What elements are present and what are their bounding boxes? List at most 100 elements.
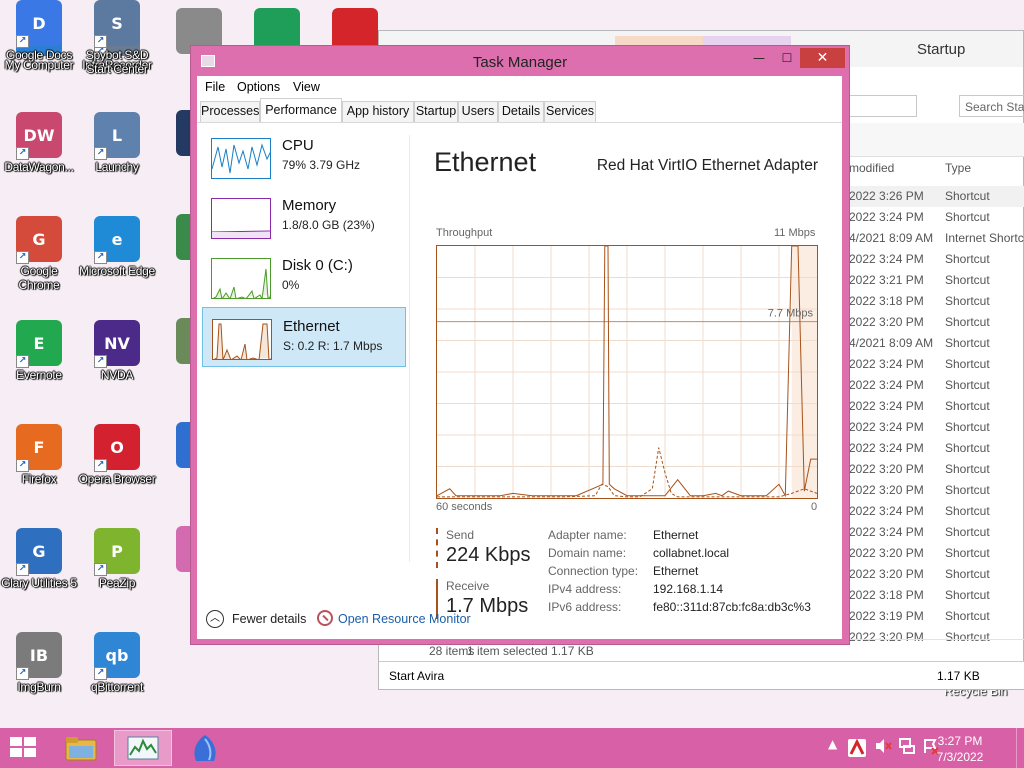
tab-performance[interactable]: Performance bbox=[260, 98, 342, 122]
send-label: Send bbox=[446, 528, 475, 542]
windows-logo-icon bbox=[10, 737, 22, 746]
resource-cpu[interactable]: CPU 79% 3.79 GHz bbox=[202, 127, 406, 187]
file-row[interactable]: 2022 3:24 PM Shortcut bbox=[849, 501, 1024, 522]
close-button[interactable]: ✕ bbox=[800, 48, 845, 68]
desktop-icon-label: Launchy bbox=[95, 160, 139, 174]
desktop-icon[interactable]: L ↗ Launchy bbox=[78, 112, 156, 174]
desktop-icon[interactable]: D ↗ Google Docs bbox=[0, 0, 78, 62]
column-header-modified[interactable]: modified bbox=[849, 161, 894, 175]
start-button[interactable] bbox=[10, 737, 38, 759]
file-type: Internet Shortcut bbox=[945, 231, 1024, 245]
file-row[interactable]: 2022 3:24 PM Shortcut bbox=[849, 396, 1024, 417]
file-row[interactable]: 2022 3:20 PM Shortcut bbox=[849, 459, 1024, 480]
file-row[interactable]: 2022 3:21 PM Shortcut bbox=[849, 270, 1024, 291]
file-row[interactable]: 2022 3:18 PM Shortcut bbox=[849, 291, 1024, 312]
desktop-icon[interactable]: e ↗ Microsoft Edge bbox=[78, 216, 156, 278]
file-row[interactable]: 2022 3:26 PM Shortcut bbox=[849, 186, 1024, 207]
file-row[interactable]: 2022 3:18 PM Shortcut bbox=[849, 585, 1024, 606]
open-resource-monitor-link[interactable]: Open Resource Monitor bbox=[338, 612, 471, 626]
tab-app-history[interactable]: App history bbox=[342, 101, 414, 122]
desktop-icon-label: Google Chrome bbox=[18, 264, 60, 292]
menu-view[interactable]: View bbox=[293, 80, 320, 94]
column-header-type[interactable]: Type bbox=[945, 161, 971, 175]
panel-divider bbox=[409, 135, 410, 562]
explorer-address-bar[interactable] bbox=[843, 95, 917, 117]
file-row[interactable]: 2022 3:24 PM Shortcut bbox=[849, 417, 1024, 438]
graph-zero-label: 0 bbox=[811, 501, 818, 513]
resource-name: Disk 0 (C:) bbox=[282, 257, 353, 274]
task-manager-titlebar[interactable]: Task Manager — ☐ ✕ bbox=[191, 46, 849, 76]
show-desktop-button[interactable] bbox=[1016, 728, 1024, 768]
explorer-search-input[interactable]: Search Star bbox=[959, 95, 1024, 117]
file-row[interactable]: 2022 3:24 PM Shortcut bbox=[849, 438, 1024, 459]
file-row[interactable]: 2022 3:20 PM Shortcut bbox=[849, 480, 1024, 501]
avira-tray-icon[interactable] bbox=[848, 738, 866, 757]
file-row[interactable]: 2022 3:24 PM Shortcut bbox=[849, 249, 1024, 270]
tab-details[interactable]: Details bbox=[498, 101, 544, 122]
graph-max-label: 11 Mbps bbox=[774, 227, 816, 239]
network-icon[interactable] bbox=[898, 737, 916, 758]
resource-thumbnail-graph bbox=[212, 319, 272, 360]
network-glyph bbox=[899, 738, 915, 754]
desktop-icon[interactable]: P ↗ PeaZip bbox=[78, 528, 156, 590]
desktop-icon[interactable]: F ↗ Firefox bbox=[0, 424, 78, 486]
desktop-icon[interactable]: DW ↗ DataWagon... bbox=[0, 112, 78, 174]
desktop-icon[interactable]: O ↗ Opera Browser bbox=[78, 424, 156, 486]
desktop-icon[interactable]: S ↗ Spybot S&D Start Center bbox=[78, 0, 156, 76]
minimize-button[interactable]: — bbox=[746, 48, 772, 68]
file-type: Shortcut bbox=[945, 588, 990, 602]
desktop-icon-label: Google Docs bbox=[5, 48, 73, 62]
tab-users[interactable]: Users bbox=[458, 101, 498, 122]
tab-services[interactable]: Services bbox=[544, 101, 596, 122]
fewer-details-button[interactable]: Fewer details bbox=[232, 612, 306, 626]
taskbar-app-blue[interactable] bbox=[176, 730, 234, 766]
file-row[interactable]: 4/2021 8:09 AM Shortcut bbox=[849, 333, 1024, 354]
desktop-icon[interactable]: IB ↗ ImgBurn bbox=[0, 632, 78, 694]
tab-startup[interactable]: Startup bbox=[414, 101, 458, 122]
shortcut-arrow-icon: ↗ bbox=[94, 251, 107, 264]
file-row[interactable]: 2022 3:20 PM Shortcut bbox=[849, 564, 1024, 585]
resource-memory[interactable]: Memory 1.8/8.0 GB (23%) bbox=[202, 187, 406, 247]
resource-ethernet[interactable]: Ethernet S: 0.2 R: 1.7 Mbps bbox=[202, 307, 406, 367]
shortcut-arrow-icon: ↗ bbox=[94, 459, 107, 472]
file-row[interactable]: 2022 3:24 PM Shortcut bbox=[849, 375, 1024, 396]
speaker-muted-icon[interactable] bbox=[874, 737, 892, 758]
desktop-icon[interactable]: NV ↗ NVDA bbox=[78, 320, 156, 382]
property-value: collabnet.local bbox=[653, 546, 730, 560]
file-row[interactable]: 2022 3:24 PM Shortcut bbox=[849, 207, 1024, 228]
file-row[interactable]: 2022 3:24 PM Shortcut bbox=[849, 354, 1024, 375]
file-row[interactable]: 2022 3:20 PM Shortcut bbox=[849, 543, 1024, 564]
property-key: Domain name: bbox=[548, 546, 627, 560]
app-icon: G ↗ bbox=[16, 216, 62, 264]
maximize-button[interactable]: ☐ bbox=[774, 48, 800, 68]
tab-processes[interactable]: Processes bbox=[200, 101, 260, 122]
file-row[interactable]: 4/2021 8:09 AM Internet Shortcut bbox=[849, 228, 1024, 249]
tray-overflow-icon[interactable]: ▲ bbox=[828, 737, 837, 751]
menu-file[interactable]: File bbox=[205, 80, 225, 94]
resource-disk[interactable]: Disk 0 (C:) 0% bbox=[202, 247, 406, 307]
resource-value: S: 0.2 R: 1.7 Mbps bbox=[283, 339, 383, 353]
taskbar-task-manager[interactable] bbox=[114, 730, 172, 766]
desktop-icon[interactable]: qb ↗ qBittorrent bbox=[78, 632, 156, 694]
system-clock[interactable]: 3:27 PM 7/3/2022 bbox=[932, 733, 988, 765]
desktop-icon[interactable]: G ↗ Glary Utilities 5 bbox=[0, 528, 78, 590]
file-type: Shortcut bbox=[945, 315, 990, 329]
chevron-up-icon[interactable]: ︿ bbox=[206, 610, 224, 628]
speaker-glyph bbox=[876, 739, 892, 753]
file-row[interactable]: 2022 3:19 PM Shortcut bbox=[849, 606, 1024, 627]
app-icon: F ↗ bbox=[16, 424, 62, 472]
task-manager-window[interactable]: Task Manager — ☐ ✕ File Options View Proce… bbox=[190, 45, 850, 645]
desktop-icon-label: DataWagon... bbox=[4, 160, 74, 174]
resource-thumbnail-graph bbox=[211, 258, 271, 299]
details-name: Start Avira bbox=[389, 669, 445, 683]
desktop-icon-label: Glary Utilities 5 bbox=[1, 576, 77, 590]
menu-options[interactable]: Options bbox=[237, 80, 280, 94]
file-row[interactable]: 2022 3:24 PM Shortcut bbox=[849, 522, 1024, 543]
file-row[interactable]: 2022 3:20 PM Shortcut bbox=[849, 312, 1024, 333]
desktop-icon[interactable]: G ↗ Google Chrome bbox=[0, 216, 78, 292]
taskbar-file-explorer[interactable] bbox=[52, 730, 110, 766]
windows-logo-pane bbox=[10, 748, 22, 757]
desktop-icon[interactable]: E ↗ Evernote bbox=[0, 320, 78, 382]
task-manager-body: File Options View Processes Performance App … bbox=[197, 76, 842, 639]
file-type: Shortcut bbox=[945, 504, 990, 518]
